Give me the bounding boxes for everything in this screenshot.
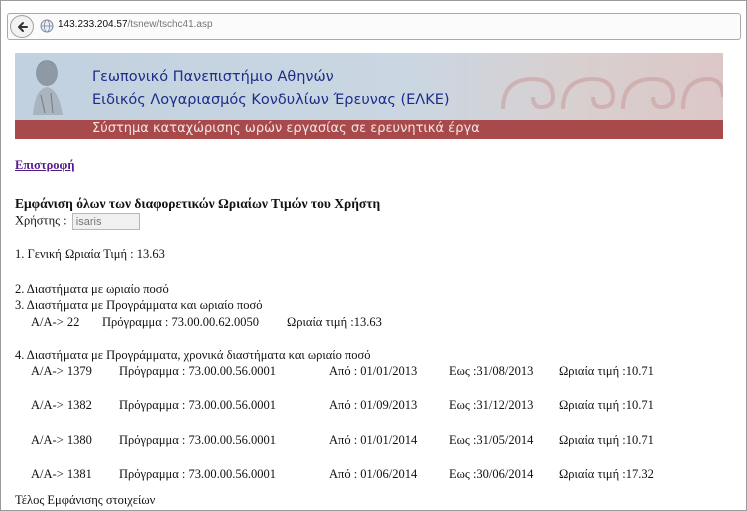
row-program: Πρόγραμμα : 73.00.00.56.0001 (119, 398, 277, 412)
row-aa: Α/Α-> 1380 (31, 433, 92, 447)
page-title: Εμφάνιση όλων των διαφορετικών Ωριαίων Τ… (15, 196, 381, 211)
row-program: Πρόγραμμα : 73.00.00.56.0001 (119, 433, 277, 447)
row-aa: Α/Α-> 1381 (31, 467, 92, 481)
row-aa: Α/Α-> 1382 (31, 398, 92, 412)
row-rate: Ωριαία τιμή :17.32 (559, 467, 654, 481)
url-host: 143.233.204.57 (58, 19, 128, 30)
banner-university-name: Γεωπονικό Πανεπιστήμιο Αθηνών (92, 69, 334, 85)
row-rate: Ωριαία τιμή :13.63 (287, 315, 382, 329)
user-label: Χρήστης : (15, 213, 67, 228)
general-rate: 1. Γενική Ωριαία Τιμή : 13.63 (15, 247, 165, 261)
footer-text: Τέλος Εμφάνισης στοιχείων (15, 493, 156, 507)
banner-system-bar: Σύστημα καταχώρισης ωρών εργασίας σε ερε… (15, 120, 723, 139)
url-path: /tsnew/tschc41.asp (127, 19, 213, 30)
user-field[interactable]: isaris (71, 213, 140, 230)
section2-title: 2. Διαστήματα με ωριαίο ποσό (15, 282, 169, 296)
return-link[interactable]: Επιστροφή (15, 158, 74, 173)
banner-system-title: Σύστημα καταχώρισης ωρών εργασίας σε ερε… (92, 121, 480, 136)
user-row: Χρήστης : isaris (15, 213, 140, 230)
row-from: Από : 01/01/2014 (329, 433, 418, 447)
row-rate: Ωριαία τιμή :10.71 (559, 364, 654, 378)
row-to: Εως :31/12/2013 (449, 398, 534, 412)
row-program: Πρόγραμμα : 73.00.00.62.0050 (102, 315, 260, 329)
banner-department-name: Ειδικός Λογαριασμός Κονδυλίων Έρευνας (Ε… (92, 92, 450, 108)
globe-icon (40, 19, 54, 33)
row-from: Από : 01/01/2013 (329, 364, 418, 378)
row-from: Από : 01/06/2014 (329, 467, 418, 481)
row-to: Εως :31/05/2014 (449, 433, 534, 447)
address-bar[interactable]: 143.233.204.57/tsnew/tschc41.asp (7, 13, 741, 40)
row-to: Εως :31/08/2013 (449, 364, 534, 378)
row-rate: Ωριαία τιμή :10.71 (559, 433, 654, 447)
url-text[interactable]: 143.233.204.57/tsnew/tschc41.asp (58, 19, 213, 30)
decorative-meander (501, 76, 723, 110)
section4-title: 4. Διαστήματα με Προγράμματα, χρονικά δι… (15, 348, 371, 362)
site-banner: Γεωπονικό Πανεπιστήμιο Αθηνών Ειδικός Λο… (15, 53, 723, 139)
section3-title: 3. Διαστήματα με Προγράμματα και ωριαίο … (15, 298, 263, 312)
row-aa: Α/Α-> 1379 (31, 364, 92, 378)
browser-window: 143.233.204.57/tsnew/tschc41.asp Γεωπονι… (0, 0, 747, 511)
row-aa: Α/Α-> 22 (31, 315, 80, 329)
row-rate: Ωριαία τιμή :10.71 (559, 398, 654, 412)
row-program: Πρόγραμμα : 73.00.00.56.0001 (119, 467, 277, 481)
row-from: Από : 01/09/2013 (329, 398, 418, 412)
back-arrow-icon (18, 21, 28, 32)
statue-logo (33, 60, 63, 115)
row-program: Πρόγραμμα : 73.00.00.56.0001 (119, 364, 277, 378)
row-to: Εως :30/06/2014 (449, 467, 534, 481)
back-button[interactable] (10, 15, 34, 38)
